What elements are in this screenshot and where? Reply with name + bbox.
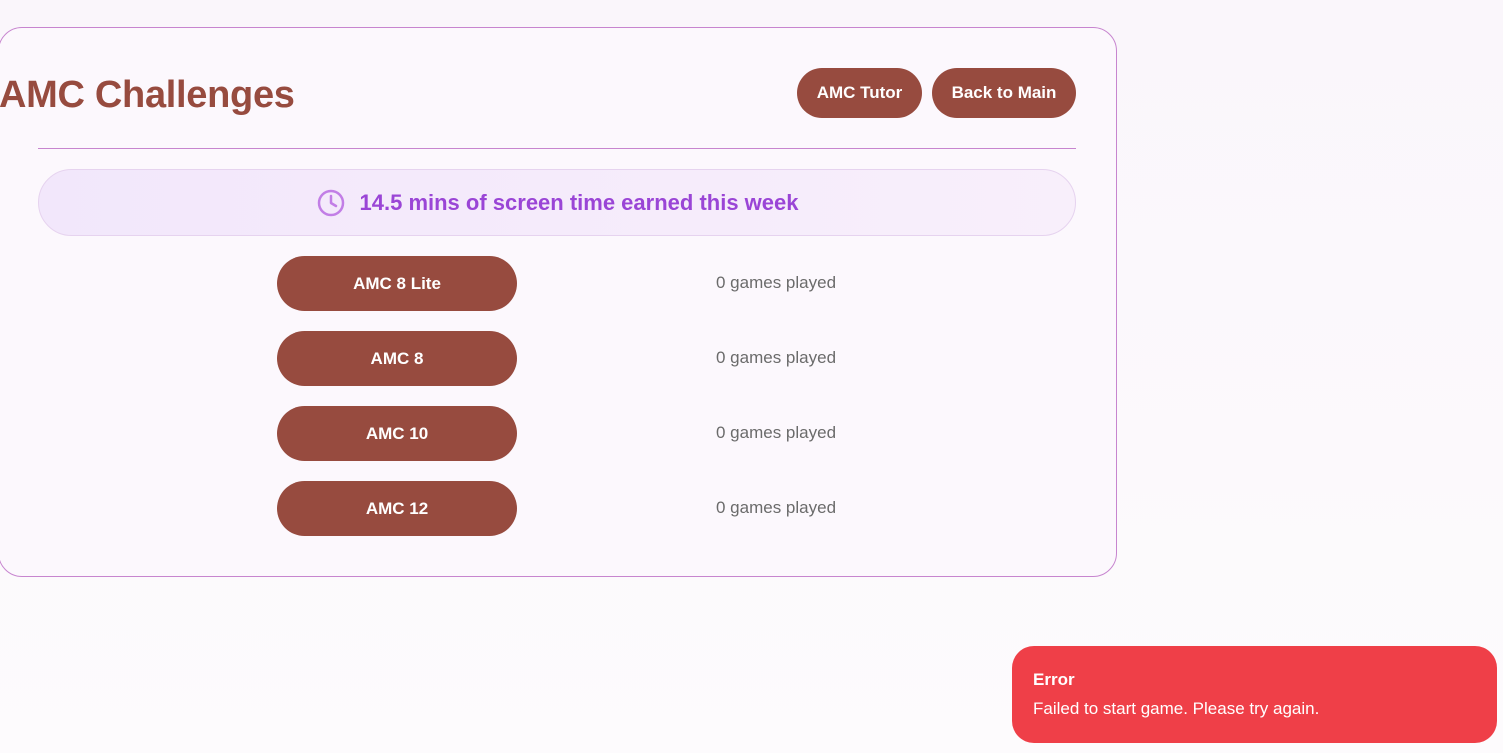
toast-title: Error: [1033, 670, 1075, 689]
error-toast[interactable]: Error Failed to start game. Please try a…: [1012, 646, 1497, 743]
header-divider: [38, 148, 1076, 149]
games-played-count: 0 games played: [716, 348, 837, 367]
game-row-amc-12: AMC 12 0 games played: [277, 481, 837, 536]
amc-10-button[interactable]: AMC 10: [277, 406, 517, 461]
challenges-card: AMC Challenges AMC Tutor Back to Main 14…: [0, 27, 1117, 577]
clock-icon: [316, 188, 346, 218]
screen-time-text: 14.5 mins of screen time earned this wee…: [359, 189, 799, 215]
amc-12-button[interactable]: AMC 12: [277, 481, 517, 536]
page-title: AMC Challenges: [0, 74, 295, 116]
games-played-count: 0 games played: [716, 498, 837, 517]
game-row-amc-8-lite: AMC 8 Lite 0 games played: [277, 256, 837, 311]
screen-time-banner: 14.5 mins of screen time earned this wee…: [38, 169, 1076, 236]
back-to-main-button[interactable]: Back to Main: [932, 68, 1076, 118]
amc-8-lite-button[interactable]: AMC 8 Lite: [277, 256, 517, 311]
page: AMC Challenges AMC Tutor Back to Main 14…: [0, 0, 1503, 753]
amc-tutor-button[interactable]: AMC Tutor: [797, 68, 922, 118]
amc-8-button[interactable]: AMC 8: [277, 331, 517, 386]
toast-message: Failed to start game. Please try again.: [1033, 699, 1320, 718]
games-played-count: 0 games played: [716, 423, 837, 442]
game-row-amc-8: AMC 8 0 games played: [277, 331, 837, 386]
games-played-count: 0 games played: [716, 273, 837, 292]
game-row-amc-10: AMC 10 0 games played: [277, 406, 837, 461]
